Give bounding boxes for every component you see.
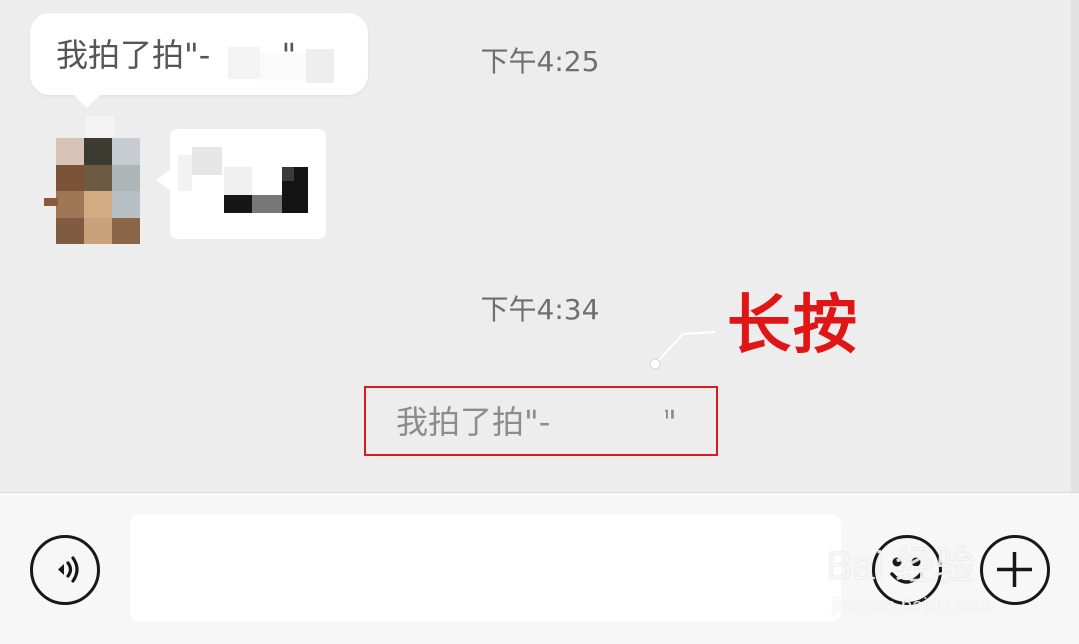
more-button[interactable] xyxy=(980,535,1050,605)
input-bar xyxy=(0,492,1079,644)
avatar-edge xyxy=(86,116,114,138)
scroll-edge xyxy=(1071,0,1079,492)
message-input[interactable] xyxy=(130,515,841,621)
redacted-content xyxy=(282,167,294,181)
pat-system-message[interactable]: 我拍了拍"- ." xyxy=(364,386,718,456)
bubble-tail xyxy=(156,170,170,190)
redacted-content xyxy=(178,155,192,191)
pat-popup-arrow xyxy=(72,93,102,108)
voice-button[interactable] xyxy=(30,535,100,605)
emoji-icon xyxy=(890,557,923,584)
redacted-content xyxy=(252,195,282,213)
emoji-button[interactable] xyxy=(872,535,942,605)
redacted-content xyxy=(224,167,252,195)
voice-icon xyxy=(58,556,79,583)
avatar-edge xyxy=(44,198,58,206)
annotation-pointer-icon xyxy=(649,331,716,370)
redacted-content xyxy=(224,195,252,213)
message-timestamp: 下午4:34 xyxy=(480,293,600,326)
message-timestamp: 下午4:25 xyxy=(480,45,600,78)
contact-avatar[interactable] xyxy=(56,138,140,244)
plus-icon xyxy=(997,552,1032,587)
message-bubble[interactable] xyxy=(170,129,326,239)
pat-popup: 我拍了拍"- " xyxy=(30,13,368,95)
annotation-long-press: 长按 xyxy=(727,289,859,363)
redacted-name xyxy=(260,53,306,81)
message-list[interactable]: 我拍了拍"- " 下午4:25 下午4:34 长按 我拍了拍"- ." xyxy=(0,0,1079,492)
redacted-name xyxy=(306,49,334,83)
redacted-name xyxy=(576,412,666,434)
redacted-name xyxy=(228,47,260,79)
redacted-content xyxy=(192,147,222,175)
chat-screen: 我拍了拍"- " 下午4:25 下午4:34 长按 我拍了拍"- ." Bai … xyxy=(0,0,1079,644)
